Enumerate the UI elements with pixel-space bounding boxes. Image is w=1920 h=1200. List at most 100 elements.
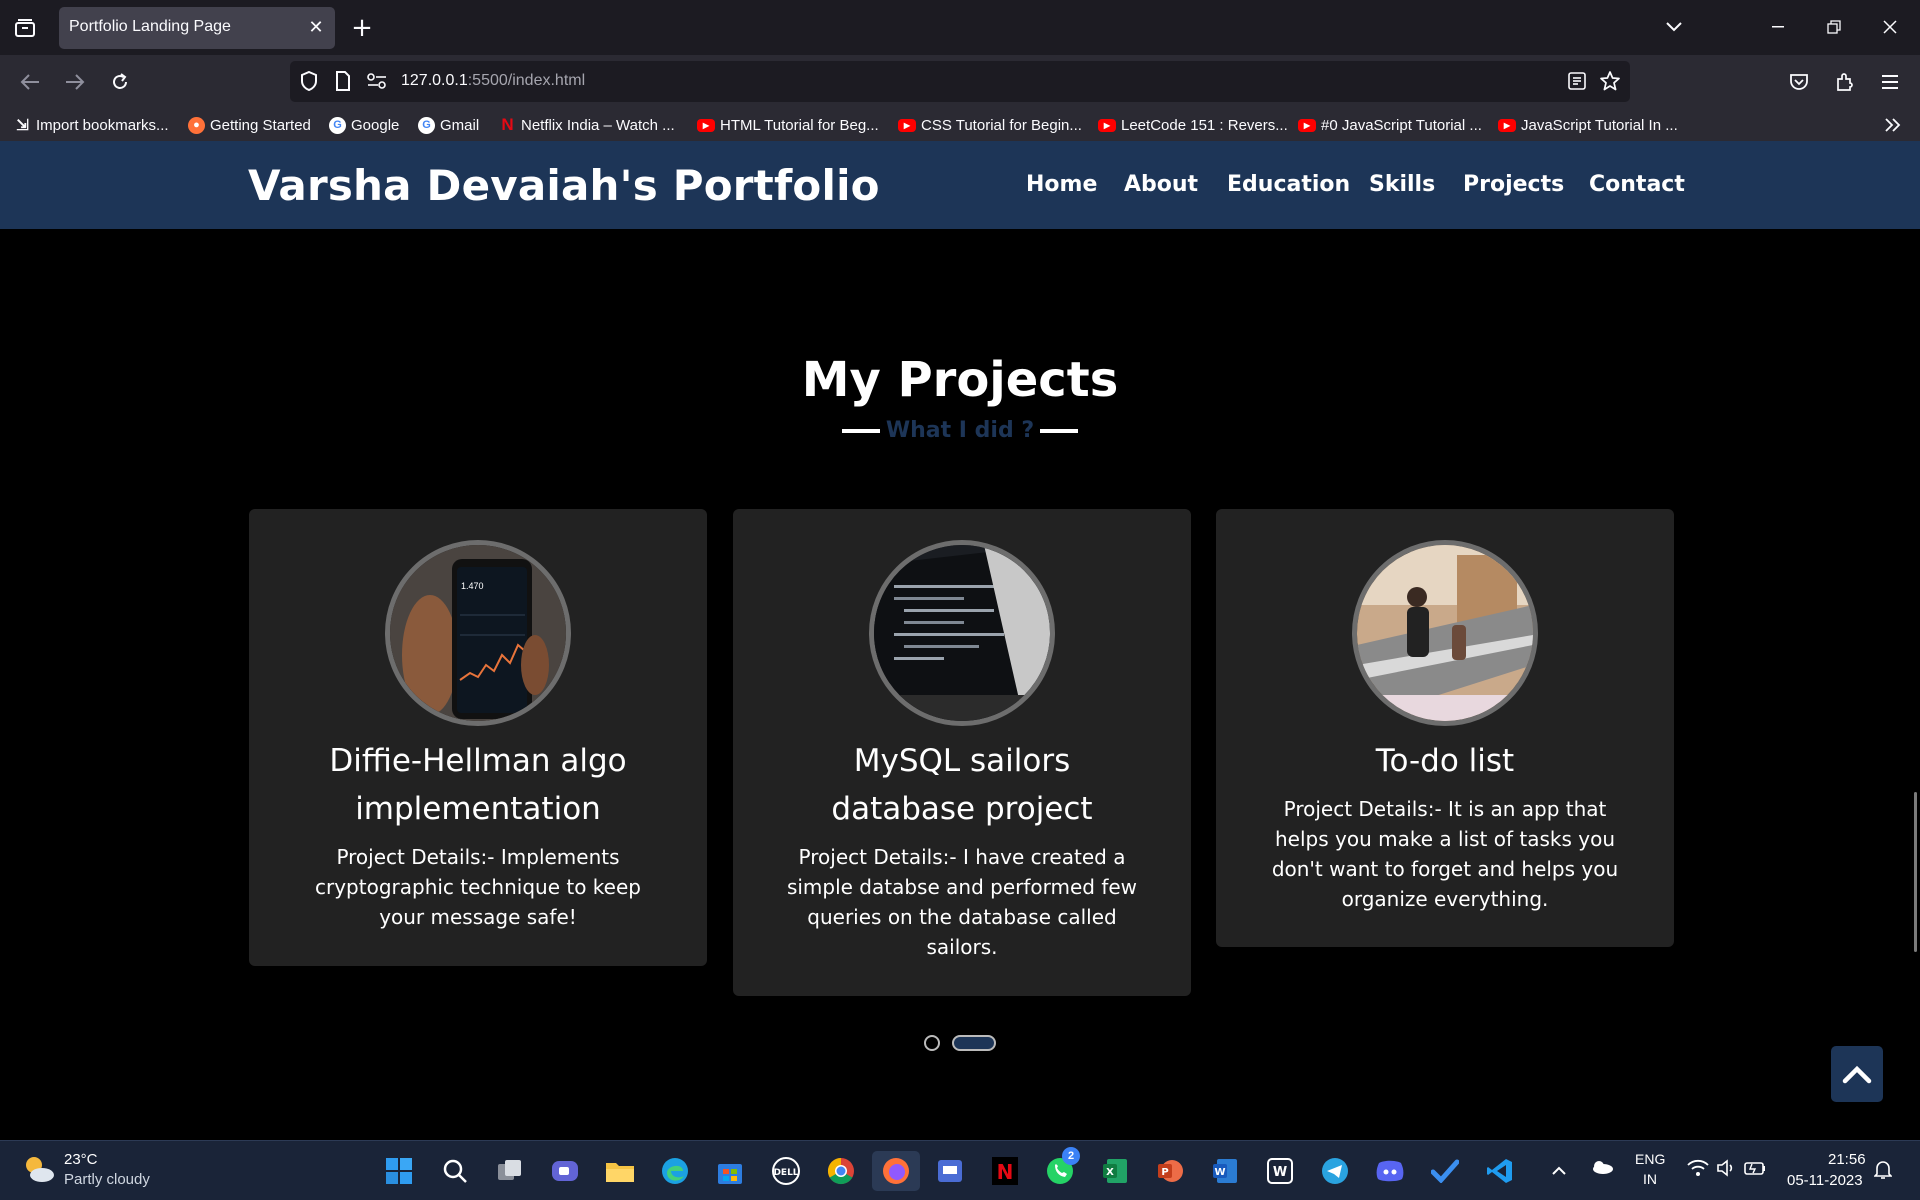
vscode-icon[interactable] [1480, 1151, 1520, 1191]
list-all-tabs-icon[interactable] [1652, 10, 1696, 44]
back-icon[interactable] [13, 65, 47, 99]
bookmark-html-tutorial[interactable]: ▶ HTML Tutorial for Beg... [697, 113, 879, 137]
bookmark-js-tutorial-0[interactable]: ▶ #0 JavaScript Tutorial ... [1298, 113, 1482, 137]
bookmark-getting-started[interactable]: ● Getting Started [188, 113, 311, 137]
word-icon[interactable]: W [1205, 1151, 1245, 1191]
shield-icon[interactable] [300, 70, 318, 95]
netflix-icon: N [501, 115, 514, 134]
partly-cloudy-icon[interactable] [20, 1153, 56, 1189]
new-tab-icon[interactable]: + [347, 13, 377, 43]
menu-icon[interactable] [1873, 65, 1907, 99]
teams-chat-icon[interactable] [545, 1151, 585, 1191]
close-tab-icon[interactable]: ✕ [304, 15, 328, 39]
chrome-icon[interactable] [821, 1151, 861, 1191]
active-tab[interactable]: Portfolio Landing Page ✕ [59, 7, 335, 49]
project-image-code-monitor [869, 540, 1055, 726]
project-card[interactable]: MySQL sailors database project Project D… [733, 509, 1191, 996]
nav-education[interactable]: Education [1227, 172, 1350, 197]
bookmark-gmail[interactable]: G Gmail [418, 113, 479, 137]
dell-icon[interactable]: DELL [766, 1151, 806, 1191]
whatsapp-badge: 2 [1062, 1147, 1080, 1165]
clock-date[interactable]: 05-11-2023 [1787, 1172, 1863, 1189]
project-card[interactable]: To-do list Project Details:- It is an ap… [1216, 509, 1674, 947]
firefox-taskbar-icon[interactable] [872, 1151, 920, 1191]
weather-desc[interactable]: Partly cloudy [64, 1171, 150, 1188]
language-indicator-bottom[interactable]: IN [1643, 1171, 1657, 1187]
project-details-line: Project Details:- I have created a [798, 845, 1126, 869]
bookmark-label: HTML Tutorial for Beg... [720, 116, 879, 134]
site-header: Varsha Devaiah's Portfolio Home About Ed… [0, 141, 1920, 229]
netflix-taskbar-icon[interactable]: N [985, 1151, 1025, 1191]
pocket-icon[interactable] [1782, 65, 1816, 99]
task-view-icon[interactable] [490, 1151, 530, 1191]
site-settings-icon[interactable] [367, 73, 387, 93]
page-icon[interactable] [335, 71, 351, 95]
onedrive-cloud-icon[interactable] [1590, 1159, 1614, 1178]
wordament-icon[interactable]: W [1260, 1151, 1300, 1191]
discord-icon[interactable] [1370, 1151, 1410, 1191]
carousel-dot-2-active[interactable] [952, 1035, 996, 1051]
project-details-line: helps you make a list of tasks you [1275, 827, 1615, 851]
weather-temp[interactable]: 23°C [64, 1151, 98, 1168]
bookmark-css-tutorial[interactable]: ▶ CSS Tutorial for Begin... [898, 113, 1082, 137]
nav-projects[interactable]: Projects [1463, 172, 1564, 197]
carousel-dot-1[interactable] [924, 1035, 940, 1051]
bookmark-label: Getting Started [210, 116, 311, 134]
svg-text:P: P [1161, 1167, 1168, 1178]
bookmark-label: Google [351, 116, 400, 134]
nav-skills[interactable]: Skills [1369, 172, 1435, 197]
url-text[interactable]: 127.0.0.1:5500/index.html [401, 72, 585, 90]
bookmark-import[interactable]: ⇲ Import bookmarks... [14, 113, 168, 137]
bookmark-leetcode[interactable]: ▶ LeetCode 151 : Revers... [1098, 113, 1288, 137]
close-window-icon[interactable] [1868, 10, 1912, 44]
show-hidden-icons-chevron-up-icon[interactable] [1551, 1161, 1567, 1180]
extensions-icon[interactable] [1828, 65, 1862, 99]
project-details-line: organize everything. [1341, 887, 1549, 911]
project-card[interactable]: 1.470 Diffie-Hellman algo implementation… [249, 509, 707, 966]
bookmark-netflix[interactable]: N Netflix India – Watch ... [499, 113, 674, 137]
nav-about[interactable]: About [1124, 172, 1198, 197]
search-icon[interactable] [435, 1151, 475, 1191]
project-title: MySQL sailors database project [753, 737, 1171, 833]
telegram-icon[interactable] [1315, 1151, 1355, 1191]
project-details: Project Details:- It is an app that help… [1266, 794, 1624, 914]
youtube-icon: ▶ [898, 118, 916, 132]
forward-icon[interactable] [58, 65, 92, 99]
todo-icon[interactable] [1425, 1151, 1465, 1191]
powerpoint-icon[interactable]: P [1150, 1151, 1190, 1191]
project-details-line: queries on the database called [807, 905, 1117, 929]
restore-icon[interactable] [1812, 10, 1856, 44]
google-icon: G [329, 116, 346, 134]
nav-home[interactable]: Home [1026, 172, 1097, 197]
bookmark-label: #0 JavaScript Tutorial ... [1321, 116, 1482, 134]
volume-icon[interactable] [1716, 1159, 1736, 1181]
bookmark-label: LeetCode 151 : Revers... [1121, 116, 1288, 134]
notification-bell-icon[interactable] [1873, 1160, 1893, 1184]
excel-icon[interactable]: X [1095, 1151, 1135, 1191]
bookmark-js-tutorial-in[interactable]: ▶ JavaScript Tutorial In ... [1498, 113, 1678, 137]
language-indicator-top[interactable]: ENG [1635, 1151, 1665, 1167]
bookmark-star-icon[interactable] [1599, 70, 1621, 96]
windows-start-icon[interactable] [379, 1151, 419, 1191]
more-bookmarks-icon[interactable] [1884, 113, 1902, 137]
nav-contact[interactable]: Contact [1589, 172, 1685, 197]
back-to-top-button[interactable] [1831, 1046, 1883, 1102]
url-bar[interactable]: 127.0.0.1:5500/index.html [290, 61, 1630, 102]
reload-icon[interactable] [103, 65, 137, 99]
clock-time[interactable]: 21:56 [1828, 1151, 1866, 1168]
tab-list-icon[interactable] [10, 15, 40, 41]
file-explorer-icon[interactable] [600, 1151, 640, 1191]
project-details-line: Project Details:- It is an app that [1283, 797, 1607, 821]
minimize-icon[interactable] [1756, 10, 1800, 44]
reader-view-icon[interactable] [1568, 72, 1586, 94]
page-scrollbar-thumb[interactable] [1914, 792, 1917, 952]
microsoft-store-icon[interactable] [710, 1151, 750, 1191]
wifi-icon[interactable] [1687, 1159, 1709, 1181]
remote-desktop-icon[interactable] [930, 1151, 970, 1191]
whatsapp-icon[interactable]: 2 [1040, 1147, 1080, 1191]
battery-charging-icon[interactable] [1744, 1159, 1766, 1181]
bookmark-google[interactable]: G Google [329, 113, 399, 137]
edge-icon[interactable] [655, 1151, 695, 1191]
site-title[interactable]: Varsha Devaiah's Portfolio [248, 161, 880, 210]
project-details-line: your message safe! [379, 905, 577, 929]
